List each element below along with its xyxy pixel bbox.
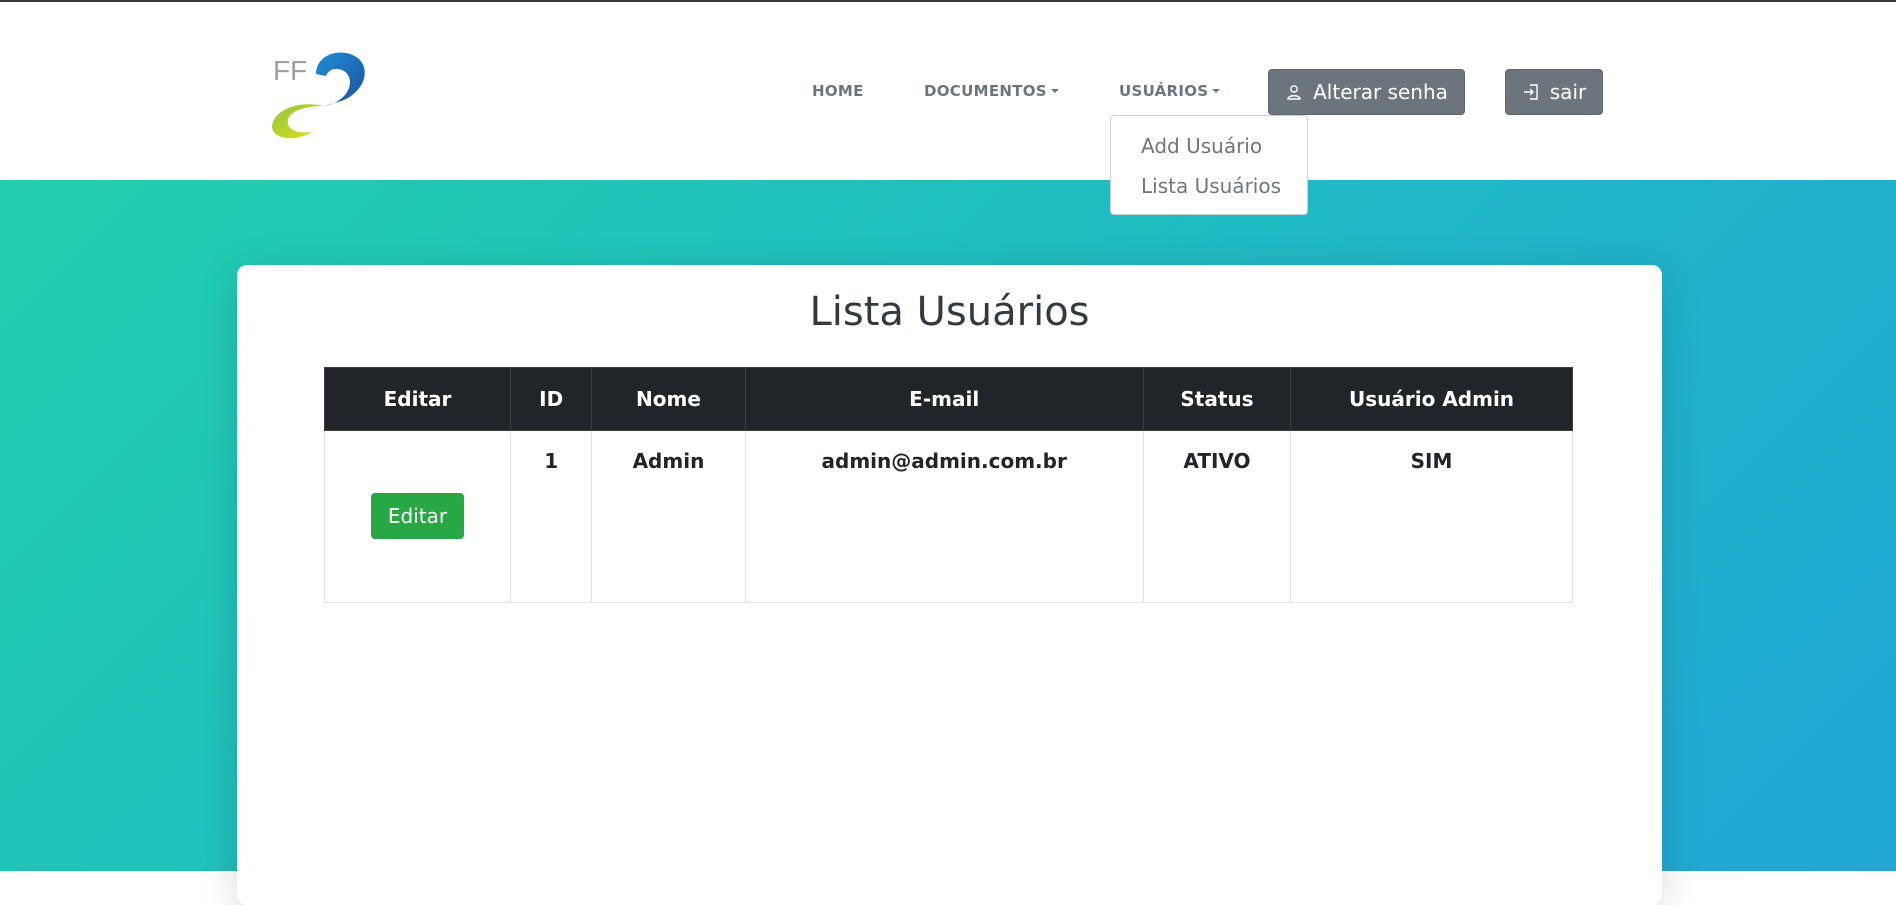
chevron-down-icon bbox=[1050, 89, 1059, 93]
change-password-button[interactable]: Alterar senha bbox=[1268, 69, 1465, 115]
change-password-label: Alterar senha bbox=[1313, 80, 1448, 104]
logo-icon: FF bbox=[272, 52, 365, 139]
nav-usuarios[interactable]: USUÁRIOS bbox=[1119, 82, 1221, 100]
cell-status: ATIVO bbox=[1142, 430, 1292, 603]
user-icon bbox=[1287, 85, 1301, 100]
dropdown-item-add-usuario[interactable]: Add Usuário bbox=[1141, 134, 1262, 158]
nav-documentos-label: DOCUMENTOS bbox=[924, 82, 1047, 100]
column-header-nome: Nome bbox=[591, 367, 746, 431]
column-header-admin: Usuário Admin bbox=[1290, 367, 1573, 431]
navbar: FF HOME DOCUMENTOS USUÁRIOS Alterar senh… bbox=[0, 2, 1896, 180]
users-table: Editar ID Nome E-mail Status Usuário Adm… bbox=[324, 367, 1573, 603]
column-header-status: Status bbox=[1142, 367, 1292, 431]
dropdown-item-lista-usuarios[interactable]: Lista Usuários bbox=[1141, 174, 1281, 198]
column-header-email: E-mail bbox=[744, 367, 1144, 431]
usuarios-dropdown-menu: Add Usuário Lista Usuários bbox=[1110, 115, 1308, 215]
chevron-down-icon bbox=[1212, 89, 1221, 93]
logout-button[interactable]: sair bbox=[1505, 69, 1603, 115]
cell-id: 1 bbox=[509, 430, 593, 603]
sign-in-icon bbox=[1523, 84, 1538, 100]
logo-text: FF bbox=[273, 55, 307, 86]
nav-usuarios-label: USUÁRIOS bbox=[1119, 82, 1209, 100]
edit-button[interactable]: Editar bbox=[371, 493, 464, 539]
table-row: Editar 1 Admin admin@admin.com.br ATIVO … bbox=[324, 430, 1573, 603]
logo[interactable]: FF bbox=[268, 44, 370, 140]
column-header-editar: Editar bbox=[324, 367, 511, 431]
page-title: Lista Usuários bbox=[809, 289, 1090, 335]
cell-admin: SIM bbox=[1290, 430, 1573, 603]
cell-edit: Editar bbox=[324, 430, 511, 603]
users-card: Lista Usuários Editar ID Nome E-mail Sta… bbox=[237, 265, 1662, 905]
nav-home[interactable]: HOME bbox=[812, 82, 864, 100]
cell-email: admin@admin.com.br bbox=[744, 430, 1144, 603]
logout-label: sair bbox=[1549, 80, 1587, 104]
column-header-id: ID bbox=[509, 367, 593, 431]
cell-nome: Admin bbox=[591, 430, 746, 603]
table-header-row: Editar ID Nome E-mail Status Usuário Adm… bbox=[324, 367, 1573, 431]
nav-documentos[interactable]: DOCUMENTOS bbox=[924, 82, 1059, 100]
